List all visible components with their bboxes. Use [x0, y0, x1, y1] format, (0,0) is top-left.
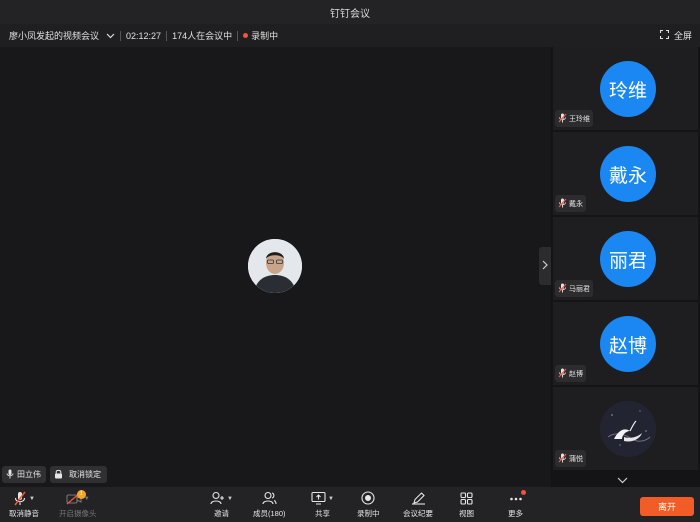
active-speaker-name: 田立伟: [17, 470, 41, 479]
invite-label: 邀请: [213, 509, 229, 518]
participant-avatar: 赵博: [600, 316, 656, 372]
divider: [120, 30, 122, 41]
bottom-toolbar: ▼ 取消静音 ! ▼ 开启摄像头 ▼ 邀请 成员(180) ▼ 共享 录制中 会…: [0, 487, 700, 522]
warning-badge: !: [76, 489, 86, 499]
view-button[interactable]: 视图: [459, 490, 474, 519]
chevron-down-icon[interactable]: [105, 31, 115, 41]
unlock-label: 取消锁定: [69, 470, 101, 479]
caret-icon[interactable]: ▼: [328, 496, 334, 502]
participant-name: 蒲悦: [569, 455, 583, 463]
participant-avatar: 丽君: [600, 231, 656, 287]
meeting-info-bar: 廖小凤发起的视频会议 02:12:27 174人在会议中 录制中 全屏: [0, 24, 700, 47]
unmute-button[interactable]: ▼ 取消静音: [9, 490, 39, 519]
members-icon: [262, 491, 277, 507]
microphone-muted-icon: [558, 113, 567, 125]
view-label: 视图: [459, 509, 474, 518]
camera-button[interactable]: ! ▼ 开启摄像头: [59, 489, 97, 519]
participant-panel: 玲维 王玲维 戴永 戴永 丽君 马丽君 赵博 赵博 蒲悦: [551, 47, 700, 487]
collapse-panel-button[interactable]: [539, 247, 551, 285]
microphone-muted-icon: [558, 453, 567, 465]
recording-dot-icon: [243, 33, 249, 38]
share-button[interactable]: ▼ 共享: [311, 490, 334, 519]
participant-name: 赵博: [569, 370, 583, 378]
meeting-duration: 02:12:27: [126, 30, 162, 41]
microphone-muted-icon: [558, 368, 567, 380]
title-bar: 钉钉会议: [0, 0, 700, 24]
lock-icon: [54, 469, 63, 481]
participant-name-tag: 马丽君: [555, 280, 593, 297]
screen-share-icon: [311, 491, 326, 507]
divider: [166, 30, 168, 41]
record-icon: [361, 491, 375, 507]
grid-view-icon: [460, 491, 473, 507]
active-speaker-tag: 田立伟: [2, 466, 46, 483]
scroll-down-button[interactable]: [607, 474, 637, 486]
microphone-icon: [6, 469, 14, 481]
participant-name-tag: 戴永: [555, 195, 586, 212]
caret-icon[interactable]: ▼: [29, 496, 35, 502]
recording-label: 录制中: [357, 509, 380, 518]
leave-button[interactable]: 离开: [640, 497, 694, 516]
more-label: 更多: [508, 509, 523, 518]
participant-name-tag: 蒲悦: [555, 450, 586, 467]
add-user-icon: [210, 491, 225, 507]
participant-name-tag: 赵博: [555, 365, 586, 382]
fullscreen-icon: [659, 29, 670, 41]
divider: [237, 30, 239, 41]
microphone-muted-icon: [558, 198, 567, 210]
microphone-muted-icon: [13, 491, 27, 508]
participant-name: 王玲维: [569, 115, 590, 123]
participant-avatar-image: [600, 401, 656, 457]
caret-icon[interactable]: ▼: [227, 496, 233, 502]
unlock-button[interactable]: 取消锁定: [50, 466, 107, 483]
members-button[interactable]: 成员(180): [253, 490, 286, 519]
participant-tile[interactable]: 戴永 戴永: [553, 132, 698, 215]
speaker-avatar: [248, 239, 302, 293]
participant-name: 戴永: [569, 200, 583, 208]
participant-tile[interactable]: 蒲悦: [553, 387, 698, 470]
chevron-right-icon: [542, 257, 548, 275]
more-button[interactable]: 更多: [508, 490, 526, 519]
camera-label: 开启摄像头: [59, 509, 97, 518]
members-label: 成员(180): [253, 509, 286, 518]
participant-avatar: 玲维: [600, 61, 656, 117]
participant-tile[interactable]: 玲维 王玲维: [553, 47, 698, 130]
participant-name-tag: 王玲维: [555, 110, 593, 127]
participant-name: 马丽君: [569, 285, 590, 293]
participant-tile[interactable]: 赵博 赵博: [553, 302, 698, 385]
fullscreen-label: 全屏: [673, 31, 692, 41]
camera-off-icon: !: [66, 489, 86, 507]
minutes-button[interactable]: 会议纪要: [403, 490, 433, 519]
notification-dot: [520, 490, 526, 495]
minutes-label: 会议纪要: [403, 509, 433, 518]
recording-status: 录制中: [251, 31, 279, 41]
participant-tile[interactable]: 丽君 马丽君: [553, 217, 698, 300]
meeting-name[interactable]: 廖小凤发起的视频会议: [9, 29, 99, 42]
recording-button[interactable]: 录制中: [357, 490, 380, 519]
unmute-label: 取消静音: [9, 509, 39, 518]
window-title: 钉钉会议: [330, 8, 370, 20]
fullscreen-button[interactable]: 全屏: [659, 24, 692, 47]
attendee-count: 174人在会议中: [172, 31, 233, 41]
minutes-pen-icon: [411, 491, 426, 507]
microphone-muted-icon: [558, 283, 567, 295]
main-video-stage[interactable]: 田立伟 取消锁定: [0, 47, 551, 487]
share-label: 共享: [314, 509, 330, 518]
participant-avatar: 戴永: [600, 146, 656, 202]
invite-button[interactable]: ▼ 邀请: [210, 490, 233, 519]
